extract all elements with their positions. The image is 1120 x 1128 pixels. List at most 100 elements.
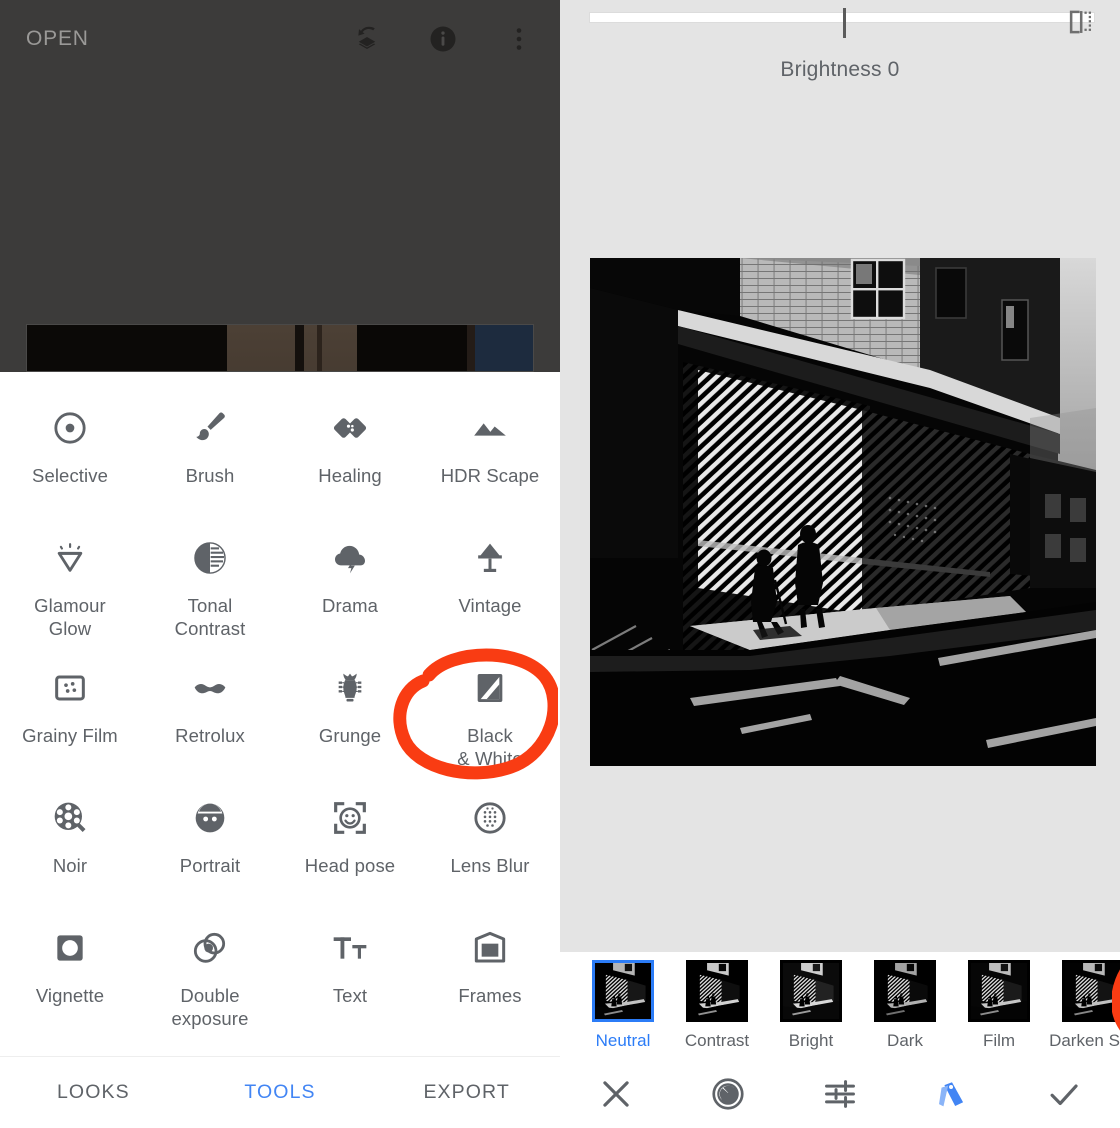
info-icon[interactable] (428, 24, 458, 54)
cancel-button[interactable] (560, 1075, 672, 1113)
grainy-film-icon (55, 675, 85, 701)
apply-button[interactable] (1008, 1075, 1120, 1113)
tool-portrait[interactable]: Portrait (140, 776, 280, 906)
preset-dark[interactable]: Dark (858, 960, 952, 1051)
preset-thumbnail (780, 960, 842, 1022)
preset-label: Bright (788, 1031, 834, 1050)
tool-black-and-white[interactable]: Black & White (420, 646, 560, 776)
tool-label: Selective (32, 465, 108, 486)
tool-grainy-film[interactable]: Grainy Film (0, 646, 140, 776)
tool-double-exposure[interactable]: Double exposure (140, 906, 280, 1036)
tool-label: Glamour Glow (34, 595, 106, 640)
parameter-row: Brightness 0 (560, 48, 1120, 92)
tool-grunge[interactable]: Grunge (280, 646, 420, 776)
slider-track[interactable] (589, 12, 1095, 23)
preset-thumbnail (874, 960, 936, 1022)
preset-darken-sky[interactable]: Darken Sky (1046, 960, 1120, 1051)
glamour-glow-icon (57, 543, 83, 572)
parameter-slider[interactable] (560, 0, 1120, 46)
grain-button[interactable] (672, 1075, 784, 1113)
preset-thumbnail (1062, 960, 1120, 1022)
selective-icon (54, 412, 86, 444)
tool-label: Brush (185, 465, 235, 486)
preset-thumbnail-image (783, 963, 839, 1019)
topbar-icon-group (352, 24, 534, 54)
compare-icon[interactable] (1064, 6, 1098, 38)
tune-button[interactable] (784, 1075, 896, 1113)
grain-icon (712, 1078, 744, 1110)
tool-label: HDR Scape (440, 465, 540, 486)
text-icon (333, 937, 367, 959)
preset-thumbnail-image (689, 963, 745, 1019)
bottom-nav: LOOKS TOOLS EXPORT (0, 1056, 560, 1128)
preset-label: Neutral (595, 1031, 651, 1050)
left-panel: OPEN Selective Brush Healing HDR Scape G… (0, 0, 560, 1128)
tool-lens-blur[interactable]: Lens Blur (420, 776, 560, 906)
photo-canvas[interactable] (590, 258, 1096, 766)
tools-grid: Selective Brush Healing HDR Scape Glamou… (0, 372, 560, 1036)
tool-label: Lens Blur (450, 855, 530, 876)
brush-icon (196, 412, 225, 441)
tool-frames[interactable]: Frames (420, 906, 560, 1036)
retrolux-icon (194, 684, 226, 694)
tool-head-pose[interactable]: Head pose (280, 776, 420, 906)
preset-thumbnail-image (877, 963, 933, 1019)
nav-looks[interactable]: LOOKS (0, 1081, 187, 1104)
tool-healing[interactable]: Healing (280, 386, 420, 516)
presets-button[interactable] (896, 1075, 1008, 1113)
tool-label: Vignette (35, 985, 105, 1006)
tool-vignette[interactable]: Vignette (0, 906, 140, 1036)
tool-text[interactable]: Text (280, 906, 420, 1036)
undo-stack-icon[interactable] (352, 24, 382, 54)
preset-film[interactable]: Film (952, 960, 1046, 1051)
tool-hdr-scape[interactable]: HDR Scape (420, 386, 560, 516)
portrait-icon (195, 803, 225, 833)
preset-thumbnail-image (971, 963, 1027, 1019)
tool-brush[interactable]: Brush (140, 386, 280, 516)
nav-tools[interactable]: TOOLS (187, 1081, 374, 1104)
preset-contrast[interactable]: Contrast (670, 960, 764, 1051)
lens-blur-icon (474, 802, 506, 834)
tool-glamour-glow[interactable]: Glamour Glow (0, 516, 140, 646)
tool-label: Text (332, 985, 368, 1006)
drama-icon (335, 545, 365, 574)
tool-label: Retrolux (175, 725, 245, 746)
tool-label: Grainy Film (22, 725, 118, 746)
tool-label: Vintage (458, 595, 522, 616)
open-button[interactable]: OPEN (26, 27, 89, 51)
presets-icon (939, 1082, 964, 1107)
left-photo-preview-chip (475, 325, 533, 371)
healing-icon (333, 418, 367, 438)
edited-photo (590, 258, 1096, 766)
tool-noir[interactable]: Noir (0, 776, 140, 906)
cancel-icon (603, 1081, 629, 1107)
tool-label: Head pose (304, 855, 396, 876)
top-app-bar: OPEN (0, 0, 560, 78)
tool-label: Double exposure (171, 985, 249, 1030)
black-and-white-icon (477, 674, 503, 702)
preset-thumbnail (592, 960, 654, 1022)
tool-retrolux[interactable]: Retrolux (140, 646, 280, 776)
right-panel: Brightness 0 Neutral Contrast Bright Dar… (560, 0, 1120, 1128)
tune-icon (825, 1080, 855, 1108)
apply-icon (1050, 1084, 1078, 1106)
tool-tonal-contrast[interactable]: Tonal Contrast (140, 516, 280, 646)
vignette-icon (57, 935, 83, 961)
slider-thumb[interactable] (843, 8, 846, 38)
preset-label: Film (982, 1031, 1016, 1050)
overflow-menu-icon[interactable] (504, 24, 534, 54)
presets-strip[interactable]: Neutral Contrast Bright Dark Film Darken… (560, 952, 1120, 1060)
preset-neutral[interactable]: Neutral (576, 960, 670, 1051)
tool-label: Noir (52, 855, 88, 876)
head-pose-icon (334, 802, 366, 834)
preset-bright[interactable]: Bright (764, 960, 858, 1051)
tool-label: Grunge (318, 725, 382, 746)
tool-selective[interactable]: Selective (0, 386, 140, 516)
editor-toolbar (560, 1060, 1120, 1128)
tool-drama[interactable]: Drama (280, 516, 420, 646)
left-photo-preview-image (27, 325, 533, 371)
nav-export[interactable]: EXPORT (373, 1081, 560, 1104)
double-exposure-icon (193, 932, 226, 963)
preset-label: Darken Sky (1049, 1031, 1120, 1050)
tool-vintage[interactable]: Vintage (420, 516, 560, 646)
